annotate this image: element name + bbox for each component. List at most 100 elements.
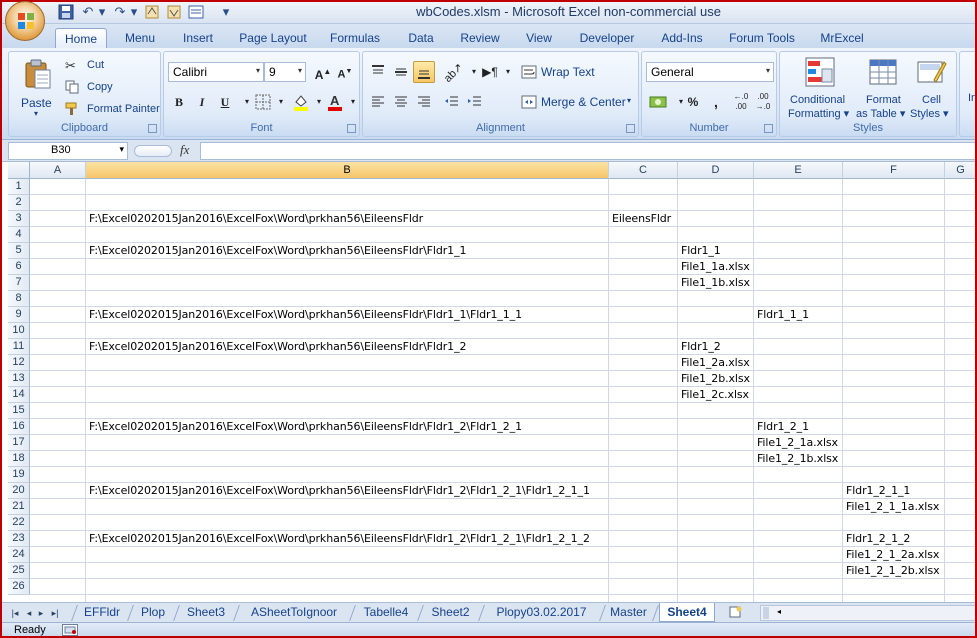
row-header-13[interactable]: 13 — [8, 371, 30, 387]
column-header-a[interactable]: A — [30, 162, 86, 179]
wrap-text-button[interactable]: Wrap Text — [519, 62, 629, 82]
row-header-6[interactable]: 6 — [8, 259, 30, 275]
insert-sheet-icon[interactable] — [728, 606, 744, 620]
number-format-select[interactable]: General ▾ — [646, 62, 774, 82]
row-header-7[interactable]: 7 — [8, 275, 30, 291]
decrease-indent-button[interactable] — [441, 91, 463, 113]
tab-split-handle[interactable] — [763, 607, 769, 619]
macro-record-icon[interactable] — [62, 624, 78, 636]
row-header-12[interactable]: 12 — [8, 355, 30, 371]
cell-f25[interactable]: File1_2_1_2b.xlsx — [843, 563, 940, 579]
column-header-c[interactable]: C — [609, 162, 678, 179]
tab-page-layout[interactable]: Page Layout — [236, 28, 310, 48]
cell-f20[interactable]: Fldr1_2_1_1 — [843, 483, 910, 499]
font-launcher-icon[interactable] — [347, 124, 356, 133]
font-name-select[interactable]: Calibri ▾ — [168, 62, 264, 82]
column-header-e[interactable]: E — [754, 162, 843, 179]
cell-e17[interactable]: File1_2_1a.xlsx — [754, 435, 838, 451]
row-header-1[interactable]: 1 — [8, 179, 30, 195]
cell-e16[interactable]: Fldr1_2_1 — [754, 419, 809, 435]
select-all-button[interactable] — [8, 162, 30, 179]
sheet-tab-tabelle4[interactable]: Tabelle4 — [356, 603, 416, 622]
tab-mrexcel[interactable]: MrExcel — [814, 28, 870, 48]
cell-d14[interactable]: File1_2c.xlsx — [678, 387, 749, 403]
align-left-button[interactable] — [367, 91, 389, 113]
row-header-5[interactable]: 5 — [8, 243, 30, 259]
cell-d6[interactable]: File1_1a.xlsx — [678, 259, 750, 275]
cell-b3[interactable]: F:\Excel0202015Jan2016\ExcelFox\Word\prk… — [86, 211, 423, 227]
clipboard-launcher-icon[interactable] — [148, 124, 157, 133]
next-sheet-icon[interactable]: ▸ — [36, 606, 46, 620]
row-header-20[interactable]: 20 — [8, 483, 30, 499]
row-header-15[interactable]: 15 — [8, 403, 30, 419]
cell-f23[interactable]: Fldr1_2_1_2 — [843, 531, 910, 547]
formula-bar-expand-handle[interactable] — [134, 145, 172, 157]
row-header-19[interactable]: 19 — [8, 467, 30, 483]
row-header-25[interactable]: 25 — [8, 563, 30, 579]
cell-d5[interactable]: Fldr1_1 — [678, 243, 721, 259]
paste-button[interactable]: Paste ▾ — [15, 56, 61, 118]
row-header-4[interactable]: 4 — [8, 227, 30, 243]
name-box[interactable]: B30 ▾ — [8, 142, 128, 160]
cell-styles-button[interactable]: Cell Styles ▾ — [910, 54, 954, 120]
row-header-24[interactable]: 24 — [8, 547, 30, 563]
row-header-22[interactable]: 22 — [8, 515, 30, 531]
sheet-tab-sheet2[interactable]: Sheet2 — [424, 603, 477, 622]
sheet-tab-sheet3[interactable]: Sheet3 — [180, 603, 232, 622]
tab-review[interactable]: Review — [455, 28, 505, 48]
row-header-17[interactable]: 17 — [8, 435, 30, 451]
column-header-d[interactable]: D — [678, 162, 754, 179]
cell-e9[interactable]: Fldr1_1_1 — [754, 307, 809, 323]
align-center-button[interactable] — [390, 91, 412, 113]
cell-b16[interactable]: F:\Excel0202015Jan2016\ExcelFox\Word\prk… — [86, 419, 522, 435]
cell-e18[interactable]: File1_2_1b.xlsx — [754, 451, 838, 467]
tab-home[interactable]: Home — [55, 28, 107, 48]
prev-sheet-icon[interactable]: ◂ — [24, 606, 34, 620]
cell-b23[interactable]: F:\Excel0202015Jan2016\ExcelFox\Word\prk… — [86, 531, 590, 547]
cell-f24[interactable]: File1_2_1_2a.xlsx — [843, 547, 939, 563]
cell-d7[interactable]: File1_1b.xlsx — [678, 275, 750, 291]
row-header-11[interactable]: 11 — [8, 339, 30, 355]
tab-developer[interactable]: Developer — [574, 28, 640, 48]
last-sheet-icon[interactable]: ▸| — [50, 606, 60, 620]
row-header-9[interactable]: 9 — [8, 307, 30, 323]
row-header-8[interactable]: 8 — [8, 291, 30, 307]
cell-c3[interactable]: EileensFldr — [609, 211, 671, 227]
align-top-button[interactable] — [367, 61, 389, 83]
accounting-format-button[interactable] — [646, 91, 672, 113]
increase-decimal-button[interactable]: ←.0.00 — [730, 91, 752, 113]
cell-f21[interactable]: File1_2_1_1a.xlsx — [843, 499, 939, 515]
office-button[interactable] — [5, 1, 45, 41]
column-header-b[interactable]: B — [86, 162, 609, 179]
row-header-18[interactable]: 18 — [8, 451, 30, 467]
first-sheet-icon[interactable]: |◂ — [10, 606, 20, 620]
sheet-tab-sheet4[interactable]: Sheet4 — [659, 603, 715, 622]
decrease-decimal-button[interactable]: .00 →.0 — [752, 91, 774, 113]
tab-menu[interactable]: Menu — [118, 28, 162, 48]
worksheet-grid[interactable]: ABCDEFG 1 2 3 4 5 6 7 8 9 10 11 12 13 14 15 16 17 18 19 20 2… — [8, 162, 977, 602]
tab-data[interactable]: Data — [402, 28, 440, 48]
cut-button[interactable]: ✂ Cut — [61, 57, 156, 75]
copy-button[interactable]: Copy — [61, 79, 156, 97]
column-header-f[interactable]: F — [843, 162, 945, 179]
cell-d11[interactable]: Fldr1_2 — [678, 339, 721, 355]
horizontal-scrollbar[interactable]: ◂ — [760, 605, 977, 621]
cell-b11[interactable]: F:\Excel0202015Jan2016\ExcelFox\Word\prk… — [86, 339, 466, 355]
paste-dropdown-icon[interactable]: ▾ — [34, 109, 38, 118]
align-middle-button[interactable] — [390, 61, 412, 83]
percent-button[interactable]: % — [682, 91, 704, 113]
tab-insert[interactable]: Insert — [176, 28, 220, 48]
row-header-26[interactable]: 26 — [8, 579, 30, 595]
insert-function-button[interactable]: fx — [180, 142, 189, 158]
font-color-dropdown-icon[interactable]: ▾ — [342, 91, 364, 113]
format-painter-button[interactable]: Format Painter — [61, 101, 161, 119]
column-header-g[interactable]: G — [945, 162, 977, 179]
row-header-16[interactable]: 16 — [8, 419, 30, 435]
alignment-launcher-icon[interactable] — [626, 124, 635, 133]
sheet-tab-plopy03-02-2017[interactable]: Plopy03.02.2017 — [485, 603, 598, 622]
cell-d13[interactable]: File1_2b.xlsx — [678, 371, 750, 387]
merge-center-button[interactable]: Merge & Center ▾ — [519, 92, 637, 112]
format-as-table-button[interactable]: Format as Table ▾ — [856, 54, 910, 120]
tab-add-ins[interactable]: Add-Ins — [655, 28, 709, 48]
cell-d12[interactable]: File1_2a.xlsx — [678, 355, 750, 371]
